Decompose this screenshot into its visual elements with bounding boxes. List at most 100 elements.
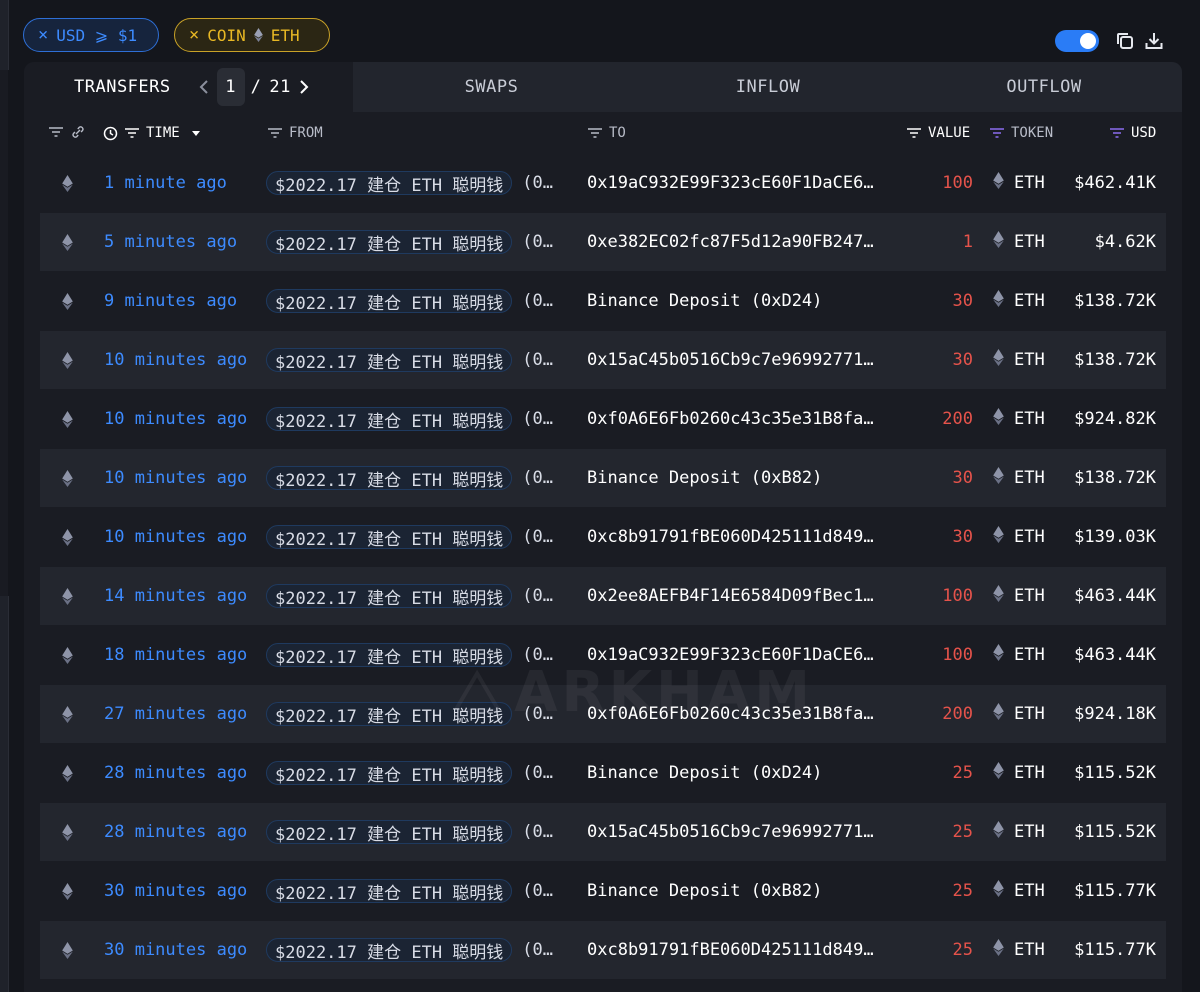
from-entity-tag[interactable]: $2022.17 建仓 ETH 聪明钱 [266, 348, 513, 373]
from-cell[interactable]: $2022.17 建仓 ETH 聪明钱 (0… [266, 154, 553, 212]
remove-filter-icon[interactable]: × [189, 25, 199, 45]
time-cell[interactable]: 28 minutes ago [104, 744, 247, 802]
from-cell[interactable]: $2022.17 建仓 ETH 聪明钱 (0… [266, 921, 553, 979]
to-cell[interactable]: 0x2ee8AEFB4F14E6584D09fBec1… [587, 567, 874, 625]
from-cell[interactable]: $2022.17 建仓 ETH 聪明钱 (0… [266, 331, 553, 389]
link-column-header[interactable] [48, 125, 86, 139]
to-cell[interactable]: 0x15aC45b0516Cb9c7e96992771… [587, 803, 874, 861]
time-cell[interactable]: 14 minutes ago [104, 567, 247, 625]
token-cell[interactable]: ETH [993, 685, 1045, 743]
to-cell[interactable]: Binance Deposit (0xB82) [587, 862, 822, 920]
time-cell[interactable]: 18 minutes ago [104, 626, 247, 684]
usd-filter-chip[interactable]: × USD ⩾ $1 [23, 18, 159, 52]
time-cell[interactable]: 10 minutes ago [104, 449, 247, 507]
from-cell[interactable]: $2022.17 建仓 ETH 聪明钱 (0… [266, 508, 553, 566]
tab-transfers[interactable]: TRANSFERS 1 / 21 [24, 62, 353, 112]
table-row[interactable]: 10 minutes ago $2022.17 建仓 ETH 聪明钱 (0… 0xf0… [40, 390, 1166, 448]
from-entity-tag[interactable]: $2022.17 建仓 ETH 聪明钱 [266, 584, 513, 609]
from-cell[interactable]: $2022.17 建仓 ETH 聪明钱 (0… [266, 862, 553, 920]
value-column-header[interactable]: VALUE [906, 125, 970, 141]
from-cell[interactable]: $2022.17 建仓 ETH 聪明钱 (0… [266, 626, 553, 684]
from-cell[interactable]: $2022.17 建仓 ETH 聪明钱 (0… [266, 390, 553, 448]
from-cell[interactable]: $2022.17 建仓 ETH 聪明钱 (0… [266, 744, 553, 802]
to-cell[interactable]: 0x19aC932E99F323cE60F1DaCE6… [587, 154, 874, 212]
next-page-button[interactable] [291, 69, 317, 105]
from-entity-tag[interactable]: $2022.17 建仓 ETH 聪明钱 [266, 230, 513, 255]
tab-inflow[interactable]: INFLOW [630, 62, 906, 112]
from-entity-tag[interactable]: $2022.17 建仓 ETH 聪明钱 [266, 407, 513, 432]
to-cell[interactable]: Binance Deposit (0xD24) [587, 272, 822, 330]
time-cell[interactable]: 1 minute ago [104, 154, 227, 212]
coin-filter-chip[interactable]: × COIN ETH [174, 18, 330, 52]
token-cell[interactable]: ETH [993, 508, 1045, 566]
time-cell[interactable]: 10 minutes ago [104, 390, 247, 448]
table-row[interactable]: 28 minutes ago $2022.17 建仓 ETH 聪明钱 (0… 0x15… [40, 803, 1166, 861]
from-entity-tag[interactable]: $2022.17 建仓 ETH 聪明钱 [266, 820, 513, 845]
time-cell[interactable]: 5 minutes ago [104, 213, 237, 271]
time-cell[interactable]: 30 minutes ago [104, 921, 247, 979]
table-row[interactable]: 1 minute ago $2022.17 建仓 ETH 聪明钱 (0… 0x19aC… [40, 154, 1166, 212]
to-cell[interactable]: Binance Deposit (0xD24) [587, 744, 822, 802]
from-entity-tag[interactable]: $2022.17 建仓 ETH 聪明钱 [266, 643, 513, 668]
table-row[interactable]: 10 minutes ago $2022.17 建仓 ETH 聪明钱 (0… 0x15… [40, 331, 1166, 389]
from-cell[interactable]: $2022.17 建仓 ETH 聪明钱 (0… [266, 449, 553, 507]
to-cell[interactable]: 0xc8b91791fBE060D425111d849… [587, 921, 874, 979]
token-cell[interactable]: ETH [993, 272, 1045, 330]
token-cell[interactable]: ETH [993, 803, 1045, 861]
token-cell[interactable]: ETH [993, 331, 1045, 389]
token-cell[interactable]: ETH [993, 921, 1045, 979]
usd-column-header[interactable]: USD [1109, 125, 1156, 141]
token-cell[interactable]: ETH [993, 626, 1045, 684]
from-entity-tag[interactable]: $2022.17 建仓 ETH 聪明钱 [266, 171, 513, 196]
from-entity-tag[interactable]: $2022.17 建仓 ETH 聪明钱 [266, 938, 513, 963]
time-cell[interactable]: 30 minutes ago [104, 862, 247, 920]
from-entity-tag[interactable]: $2022.17 建仓 ETH 聪明钱 [266, 761, 513, 786]
current-page[interactable]: 1 [216, 68, 245, 106]
token-cell[interactable]: ETH [993, 213, 1045, 271]
time-cell[interactable]: 27 minutes ago [104, 685, 247, 743]
to-cell[interactable]: Binance Deposit (0xB82) [587, 449, 822, 507]
to-column-header[interactable]: TO [587, 125, 626, 141]
time-cell[interactable]: 10 minutes ago [104, 508, 247, 566]
download-icon[interactable] [1143, 30, 1165, 52]
from-cell[interactable]: $2022.17 建仓 ETH 聪明钱 (0… [266, 272, 553, 330]
table-row[interactable]: 28 minutes ago $2022.17 建仓 ETH 聪明钱 (0… Bina… [40, 744, 1166, 802]
from-entity-tag[interactable]: $2022.17 建仓 ETH 聪明钱 [266, 702, 513, 727]
table-row[interactable]: 27 minutes ago $2022.17 建仓 ETH 聪明钱 (0… 0xf0… [40, 685, 1166, 743]
tab-outflow[interactable]: OUTFLOW [906, 62, 1182, 112]
to-cell[interactable]: 0xf0A6E6Fb0260c43c35e31B8fa… [587, 390, 874, 448]
token-cell[interactable]: ETH [993, 154, 1045, 212]
prev-page-button[interactable] [191, 69, 217, 105]
to-cell[interactable]: 0x19aC932E99F323cE60F1DaCE6… [587, 626, 874, 684]
from-entity-tag[interactable]: $2022.17 建仓 ETH 聪明钱 [266, 879, 513, 904]
from-cell[interactable]: $2022.17 建仓 ETH 聪明钱 (0… [266, 567, 553, 625]
token-cell[interactable]: ETH [993, 744, 1045, 802]
from-cell[interactable]: $2022.17 建仓 ETH 聪明钱 (0… [266, 685, 553, 743]
to-cell[interactable]: 0xf0A6E6Fb0260c43c35e31B8fa… [587, 685, 874, 743]
token-cell[interactable]: ETH [993, 862, 1045, 920]
from-entity-tag[interactable]: $2022.17 建仓 ETH 聪明钱 [266, 525, 513, 550]
time-cell[interactable]: 10 minutes ago [104, 331, 247, 389]
token-column-header[interactable]: TOKEN [989, 125, 1053, 141]
to-cell[interactable]: 0x15aC45b0516Cb9c7e96992771… [587, 331, 874, 389]
table-row[interactable]: 9 minutes ago $2022.17 建仓 ETH 聪明钱 (0… Binan… [40, 272, 1166, 330]
remove-filter-icon[interactable]: × [38, 25, 48, 45]
copy-icon[interactable] [1114, 30, 1136, 52]
time-column-header[interactable]: TIME [103, 125, 202, 141]
table-row[interactable]: 5 minutes ago $2022.17 建仓 ETH 聪明钱 (0… 0xe38… [40, 213, 1166, 271]
table-row[interactable]: 10 minutes ago $2022.17 建仓 ETH 聪明钱 (0… 0xc8… [40, 508, 1166, 566]
table-row[interactable]: 10 minutes ago $2022.17 建仓 ETH 聪明钱 (0… Bina… [40, 449, 1166, 507]
time-cell[interactable]: 28 minutes ago [104, 803, 247, 861]
table-row[interactable]: 18 minutes ago $2022.17 建仓 ETH 聪明钱 (0… 0x19… [40, 626, 1166, 684]
table-row[interactable]: 30 minutes ago $2022.17 建仓 ETH 聪明钱 (0… 0xc8… [40, 921, 1166, 979]
from-entity-tag[interactable]: $2022.17 建仓 ETH 聪明钱 [266, 466, 513, 491]
from-entity-tag[interactable]: $2022.17 建仓 ETH 聪明钱 [266, 289, 513, 314]
table-row[interactable]: 30 minutes ago $2022.17 建仓 ETH 聪明钱 (0… Bina… [40, 862, 1166, 920]
view-toggle[interactable] [1055, 30, 1099, 52]
token-cell[interactable]: ETH [993, 567, 1045, 625]
token-cell[interactable]: ETH [993, 449, 1045, 507]
from-cell[interactable]: $2022.17 建仓 ETH 聪明钱 (0… [266, 213, 553, 271]
to-cell[interactable]: 0xc8b91791fBE060D425111d849… [587, 508, 874, 566]
table-row[interactable]: 14 minutes ago $2022.17 建仓 ETH 聪明钱 (0… 0x2e… [40, 567, 1166, 625]
from-column-header[interactable]: FROM [267, 125, 323, 141]
